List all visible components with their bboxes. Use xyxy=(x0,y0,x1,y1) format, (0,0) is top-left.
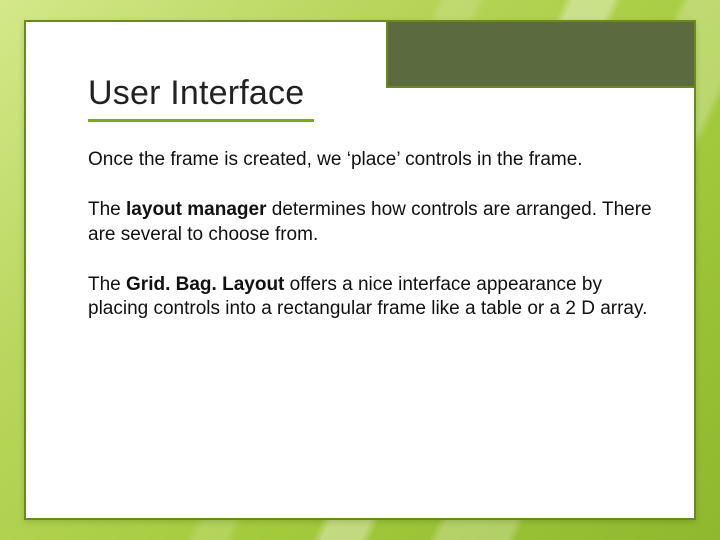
title-underline xyxy=(88,119,314,122)
slide-body: Once the frame is created, we ‘place’ co… xyxy=(88,148,654,322)
paragraph-2-pre: The xyxy=(88,199,126,220)
slide-title: User Interface xyxy=(88,74,654,113)
paragraph-2: The layout manager determines how contro… xyxy=(88,198,654,247)
paragraph-2-bold: layout manager xyxy=(126,199,266,220)
paragraph-3-bold: Grid. Bag. Layout xyxy=(126,274,284,295)
paragraph-1: Once the frame is created, we ‘place’ co… xyxy=(88,148,654,172)
paragraph-3-pre: The xyxy=(88,274,126,295)
slide-content: User Interface Once the frame is created… xyxy=(88,74,654,348)
paragraph-3: The Grid. Bag. Layout offers a nice inte… xyxy=(88,273,654,322)
slide-card: User Interface Once the frame is created… xyxy=(24,20,696,520)
